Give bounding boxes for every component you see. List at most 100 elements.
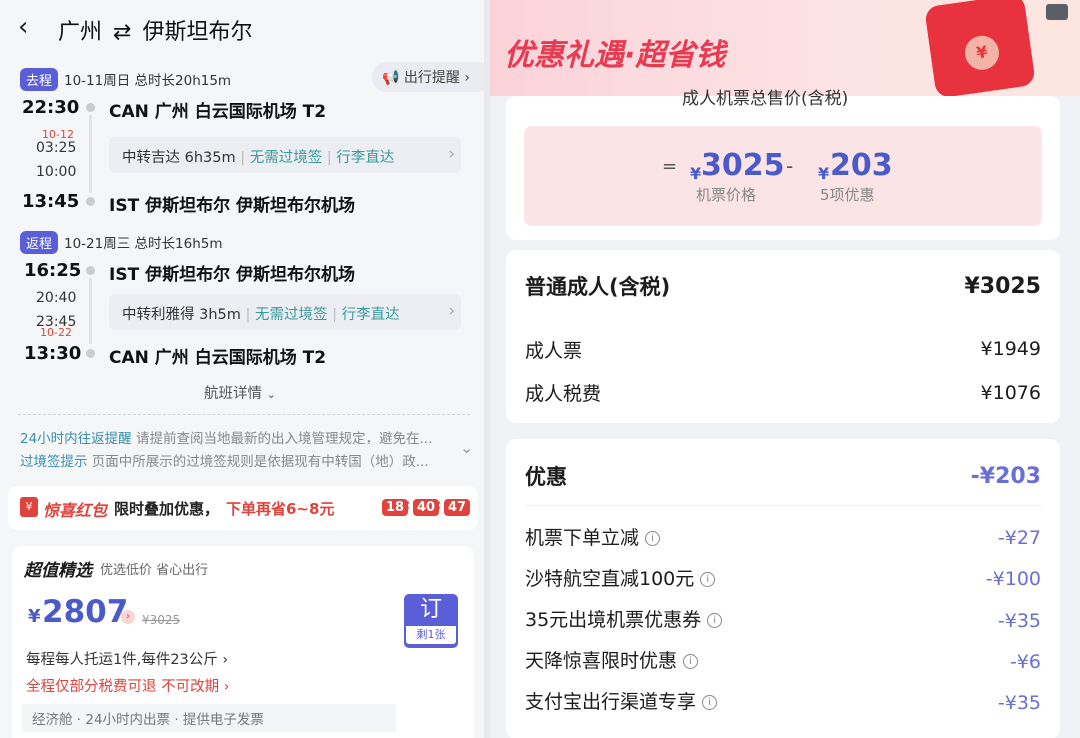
price-symbol: ¥ (28, 606, 41, 627)
red-packet-icon: ¥ (20, 497, 38, 517)
chevron-down-icon[interactable]: ⌄ (460, 438, 473, 457)
promo-discount: 203 (830, 148, 893, 183)
discount-value: -¥35 (997, 610, 1041, 632)
baggage-policy[interactable]: 每程每人托运1件,每件23公斤 › (26, 648, 228, 669)
price-breakdown-panel: 优惠礼遇·超省钱 ¥ 成人机票总售价(含税) = ¥ 3025 机票价格 - ¥… (490, 0, 1080, 738)
discount-title: 优惠 (525, 465, 567, 489)
chevron-right-icon: › (448, 301, 455, 321)
offer-title: 超值精选 (24, 561, 92, 581)
notice-title: 过境签提示 (20, 454, 88, 470)
return-tag: 返程 (20, 231, 59, 254)
notice-row[interactable]: 24小时内往返提醒 请提前查阅当地最新的出入境管理规定，避免在... (20, 427, 456, 447)
route-title: 广州 ⇄ 伊斯坦布尔 (58, 14, 252, 46)
origin-city: 广州 (58, 20, 103, 45)
travel-reminder-button[interactable]: 📢 出行提醒 › (372, 62, 484, 92)
return-dep-time: 16:25 (24, 260, 82, 281)
fare-row-label: 成人票 (525, 340, 583, 362)
timeline-line (89, 278, 92, 344)
info-icon[interactable]: i (683, 654, 699, 669)
flight-details-link[interactable]: 航班详情 ⌄ (204, 382, 276, 403)
outbound-arr-time: 13:45 (22, 191, 80, 212)
baggage-label: 行李直达 (341, 307, 400, 323)
offer-price: 2807 (42, 594, 129, 630)
transfer-info: 中转吉达 6h35m (122, 150, 236, 166)
promo-banner-title: 优惠礼遇·超省钱 (504, 38, 726, 73)
no-visa-label: 无需过境签 (254, 307, 328, 323)
divider (18, 414, 470, 415)
outbound-dep-airport: CAN 广州 白云国际机场 T2 (109, 102, 327, 122)
promo-price: 3025 (701, 148, 785, 183)
return-arr-airport: CAN 广州 白云国际机场 T2 (109, 348, 327, 368)
timeline-dot (86, 197, 95, 206)
red-envelope-icon: ¥ (924, 0, 1036, 99)
close-icon[interactable] (1046, 4, 1068, 20)
info-icon[interactable]: i (707, 613, 723, 628)
notice-text: 请提前查阅当地最新的出入境管理规定，避免在... (135, 431, 433, 447)
notice-title: 24小时内往返提醒 (20, 431, 132, 447)
discount-value: -¥27 (997, 527, 1041, 549)
chevron-down-icon: ⌄ (266, 388, 276, 401)
return-transfer-arr: 20:40 (36, 290, 77, 306)
baggage-label: 行李直达 (336, 150, 395, 166)
swap-icon: ⇄ (113, 20, 132, 45)
timeline-dot (86, 266, 95, 275)
timeline-line (89, 115, 92, 193)
no-visa-label: 无需过境签 (249, 150, 323, 166)
outbound-summary: 10-11周日 总时长20h15m (64, 73, 232, 89)
original-price: ¥3025 (142, 613, 181, 627)
info-icon[interactable]: i (702, 695, 718, 710)
discount-value: -¥6 (1009, 651, 1041, 673)
megaphone-icon: 📢 (382, 70, 400, 86)
red-packet-name: 惊喜红包 (43, 501, 108, 520)
fare-title: 普通成人(含税) (525, 275, 671, 299)
promo-cut-text: 成人机票总售价(含税) (682, 89, 849, 109)
outbound-transfer-box[interactable]: 中转吉达 6h35m | 无需过境签 | 行李直达 › (109, 137, 461, 173)
discount-row: 机票下单立减 i (525, 523, 661, 550)
timeline-dot (86, 103, 95, 112)
promo-summary-card: 成人机票总售价(含税) = ¥ 3025 机票价格 - ¥ 203 5项优惠 (506, 89, 1060, 240)
promo-banner: 优惠礼遇·超省钱 ¥ (490, 0, 1080, 99)
promo-price-label: 机票价格 (696, 186, 757, 204)
countdown-seconds: 47 (444, 499, 471, 516)
discount-row: 35元出境机票优惠券 i (525, 605, 723, 632)
transfer-info: 中转利雅得 3h5m (122, 307, 241, 323)
discount-row: 沙特航空直减100元 i (525, 564, 716, 591)
timeline-dot (86, 349, 95, 358)
outbound-arr-airport: IST 伊斯坦布尔 伊斯坦布尔机场 (109, 196, 356, 216)
info-icon[interactable]: i (645, 531, 661, 546)
back-icon[interactable]: ‹ (18, 12, 28, 42)
discount-value: -¥100 (985, 568, 1041, 590)
red-packet-save: 下单再省6~8元 (226, 500, 335, 518)
promo-price-symbol: ¥ (690, 164, 702, 183)
fare-row-label: 成人税费 (525, 383, 602, 405)
promo-summary-box: = ¥ 3025 机票价格 - ¥ 203 5项优惠 (524, 126, 1042, 226)
discount-row: 天降惊喜限时优惠 i (525, 646, 699, 673)
discount-card: 优惠 -¥203 机票下单立减 i -¥27 沙特航空直减100元 i -¥100 … (506, 439, 1060, 738)
offer-subtitle: 优选低价 省心出行 (100, 563, 209, 578)
fare-total: ¥3025 (964, 274, 1041, 299)
return-transfer-date: 10-22 (40, 326, 72, 339)
flight-itinerary-panel: ‹ 广州 ⇄ 伊斯坦布尔 📢 出行提醒 › 去程 10-11周日 总时长20h1… (0, 0, 484, 738)
chevron-right-icon: › (448, 144, 455, 164)
notice-text: 页面中所展示的过境签规则是依据现有中转国（地）政... (91, 454, 429, 470)
offer-card[interactable]: 超值精选 优选低价 省心出行 ¥ 2807 › ¥3025 订 剩1张 每程每人… (12, 546, 474, 738)
discount-value: -¥35 (997, 692, 1041, 714)
info-icon[interactable]: i (700, 572, 716, 587)
fare-row-value: ¥1949 (980, 338, 1041, 360)
red-packet-banner[interactable]: ¥ 惊喜红包 限时叠加优惠， 下单再省6~8元 18 : 40 : 47 (8, 486, 478, 530)
outbound-transfer-dep: 10:00 (36, 164, 77, 180)
promo-discount-label: 5项优惠 (820, 186, 875, 204)
return-transfer-box[interactable]: 中转利雅得 3h5m | 无需过境签 | 行李直达 › (109, 294, 461, 330)
offer-extra: 经济舱 · 24小时内出票 · 提供电子发票 (22, 704, 396, 732)
price-info-icon: › (121, 610, 135, 624)
destination-city: 伊斯坦布尔 (142, 20, 253, 45)
promo-discount-symbol: ¥ (818, 164, 830, 183)
discount-total: -¥203 (970, 464, 1041, 489)
fare-row-value: ¥1076 (980, 382, 1041, 404)
notice-row[interactable]: 过境签提示 页面中所展示的过境签规则是依据现有中转国（地）政... (20, 450, 456, 470)
book-button[interactable]: 订 剩1张 (404, 594, 458, 648)
return-dep-airport: IST 伊斯坦布尔 伊斯坦布尔机场 (109, 265, 356, 285)
divider (525, 505, 1041, 506)
return-arr-time: 13:30 (24, 343, 82, 364)
refund-policy[interactable]: 全程仅部分税费可退 不可改期 › (26, 675, 230, 696)
